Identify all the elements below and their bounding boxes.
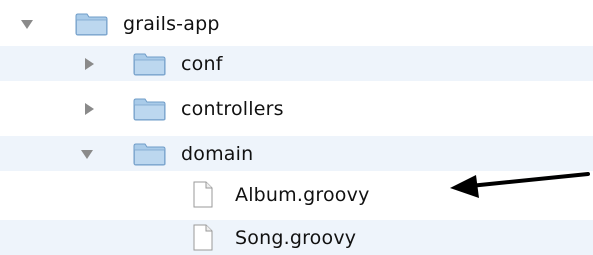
folder-icon [133, 98, 166, 121]
tree-item-label: grails-app [123, 13, 220, 35]
tree-item-label: Song.groovy [235, 227, 357, 249]
tree-item-label: controllers [181, 98, 284, 120]
triangle-right-icon[interactable] [82, 102, 96, 116]
file-icon [193, 224, 213, 251]
tree-row-domain[interactable]: domain [0, 136, 593, 171]
tree-row-grails-app[interactable]: grails-app [0, 6, 593, 41]
file-icon [193, 181, 213, 208]
triangle-down-icon[interactable] [20, 17, 34, 31]
tree-item-label: domain [181, 143, 254, 165]
tree-row-controllers[interactable]: controllers [0, 91, 593, 126]
triangle-right-icon[interactable] [82, 57, 96, 71]
file-tree: grails-app conf controllers domain Album… [0, 0, 593, 255]
folder-icon [133, 143, 166, 166]
tree-row-song-groovy[interactable]: Song.groovy [0, 220, 593, 255]
tree-row-conf[interactable]: conf [0, 46, 593, 81]
arrow-left-icon [450, 172, 590, 198]
tree-item-label: Album.groovy [235, 184, 370, 206]
folder-icon [133, 53, 166, 76]
folder-icon [75, 13, 108, 36]
triangle-down-icon[interactable] [80, 147, 94, 161]
tree-item-label: conf [181, 53, 223, 75]
